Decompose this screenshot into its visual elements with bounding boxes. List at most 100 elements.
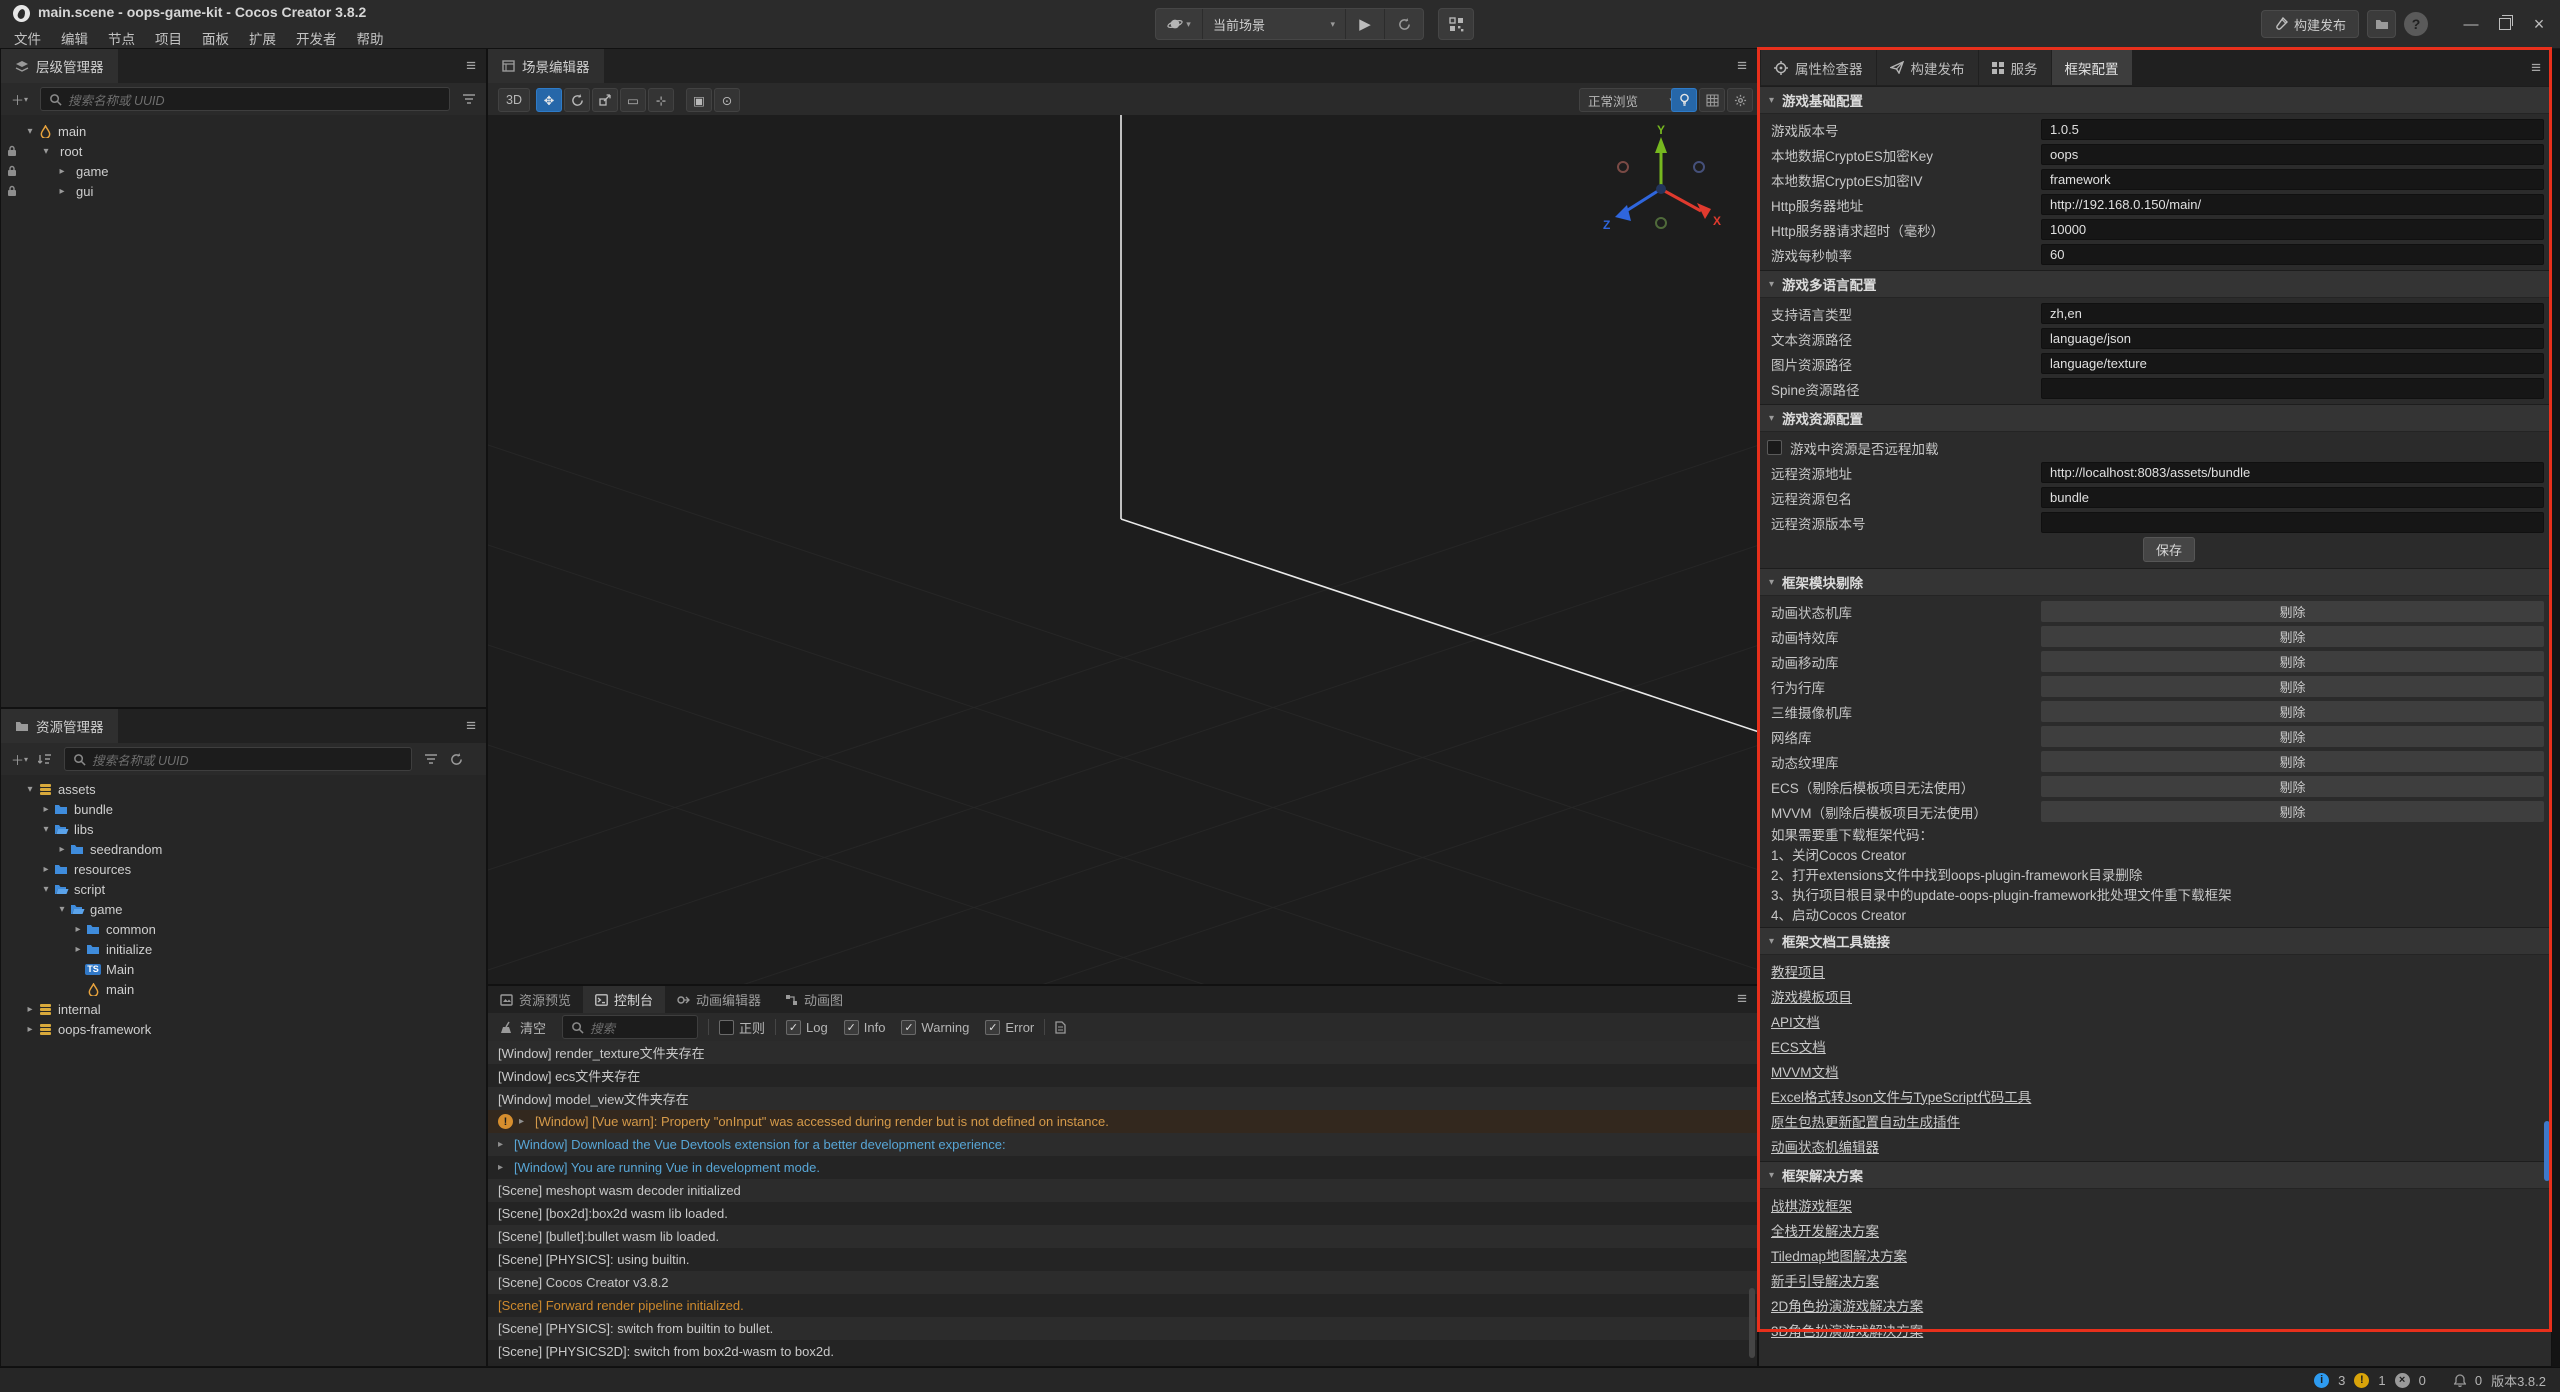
- tree-item-resources[interactable]: ▸resources: [1, 859, 486, 879]
- add-node-button[interactable]: ＋▾: [11, 90, 28, 109]
- log-row[interactable]: [Scene] meshopt wasm decoder initialized: [488, 1179, 1757, 1202]
- delete-module-button[interactable]: 剔除: [2041, 701, 2544, 722]
- assets-filter-icon[interactable]: [424, 753, 438, 765]
- tree-item-root[interactable]: ▾root: [1, 141, 486, 161]
- restore-button[interactable]: [2492, 11, 2518, 37]
- hierarchy-search-input[interactable]: 搜索名称或 UUID: [40, 87, 450, 111]
- expander-icon[interactable]: ▾: [23, 784, 37, 795]
- warning-count-icon[interactable]: !: [2354, 1373, 2369, 1388]
- tab-hierarchy[interactable]: 层级管理器: [1, 49, 118, 83]
- section-header[interactable]: ▾游戏基础配置: [1759, 86, 2551, 114]
- field-input[interactable]: http://localhost:8083/assets/bundle: [2041, 462, 2544, 483]
- scene-viewport[interactable]: Y X Z: [488, 115, 1757, 984]
- field-input[interactable]: [2041, 378, 2544, 399]
- log-row[interactable]: [Scene] [bullet]:bullet wasm lib loaded.: [488, 1225, 1757, 1248]
- log-row[interactable]: ▸[Window] Download the Vue Devtools exte…: [488, 1133, 1757, 1156]
- console-tab-console[interactable]: 控制台: [583, 986, 665, 1013]
- field-input[interactable]: zh,en: [2041, 303, 2544, 324]
- tree-item-main[interactable]: main: [1, 979, 486, 999]
- console-tab-3[interactable]: 动画图: [773, 986, 855, 1013]
- field-input[interactable]: bundle: [2041, 487, 2544, 508]
- delete-module-button[interactable]: 剔除: [2041, 676, 2544, 697]
- help-button[interactable]: ?: [2404, 12, 2428, 36]
- menu-4[interactable]: 面板: [192, 26, 239, 48]
- lock-icon[interactable]: [6, 145, 18, 157]
- section-header[interactable]: ▾框架解决方案: [1759, 1161, 2551, 1189]
- inspector-tab-3[interactable]: 框架配置: [2052, 50, 2132, 85]
- open-project-folder-button[interactable]: [2367, 10, 2396, 38]
- tree-item-internal[interactable]: ▸internal: [1, 999, 486, 1019]
- grid-view-button[interactable]: [1699, 88, 1725, 112]
- expander-icon[interactable]: ▾: [39, 146, 53, 157]
- tree-item-common[interactable]: ▸common: [1, 919, 486, 939]
- pivot-toggle-button[interactable]: ▣: [686, 88, 712, 112]
- coord-toggle-button[interactable]: ⊙: [714, 88, 740, 112]
- log-row[interactable]: [Scene] [box2d]:box2d wasm lib loaded.: [488, 1202, 1757, 1225]
- doc-link[interactable]: 2D角色扮演游戏解决方案: [1771, 1299, 1923, 1314]
- play-button[interactable]: ▶: [1346, 9, 1385, 39]
- console-scrollbar[interactable]: [1749, 1288, 1755, 1358]
- doc-link[interactable]: Tiledmap地图解决方案: [1771, 1249, 1907, 1264]
- log-row[interactable]: [Window] model_view文件夹存在: [488, 1087, 1757, 1110]
- move-tool-button[interactable]: ✥: [536, 88, 562, 112]
- tree-item-Main[interactable]: TSMain: [1, 959, 486, 979]
- inspector-tab-0[interactable]: 属性检查器: [1761, 50, 1876, 85]
- menu-5[interactable]: 扩展: [239, 26, 286, 48]
- delete-module-button[interactable]: 剔除: [2041, 651, 2544, 672]
- inspector-tab-2[interactable]: 服务: [1979, 50, 2051, 85]
- scene-menu-icon[interactable]: ≡: [1737, 56, 1747, 76]
- field-input[interactable]: 60: [2041, 244, 2544, 265]
- tree-item-initialize[interactable]: ▸initialize: [1, 939, 486, 959]
- tree-item-oops-framework[interactable]: ▸oops-framework: [1, 1019, 486, 1039]
- menu-0[interactable]: 文件: [4, 26, 51, 48]
- hierarchy-menu-icon[interactable]: ≡: [466, 56, 476, 76]
- filter-info-checkbox[interactable]: ✓Info: [844, 1020, 886, 1035]
- log-row[interactable]: [Scene] [PHYSICS2D]: switch from box2d-w…: [488, 1340, 1757, 1363]
- field-input[interactable]: 10000: [2041, 219, 2544, 240]
- log-row[interactable]: [Scene] [PHYSICS]: switch from builtin t…: [488, 1317, 1757, 1340]
- add-asset-button[interactable]: ＋▾: [11, 750, 28, 769]
- gizmo-tool-button[interactable]: ⊹: [648, 88, 674, 112]
- menu-7[interactable]: 帮助: [347, 26, 394, 48]
- delete-module-button[interactable]: 剔除: [2041, 751, 2544, 772]
- delete-module-button[interactable]: 剔除: [2041, 726, 2544, 747]
- tree-item-bundle[interactable]: ▸bundle: [1, 799, 486, 819]
- build-publish-button[interactable]: 构建发布: [2261, 10, 2359, 38]
- expander-icon[interactable]: ▸: [71, 924, 85, 935]
- info-count-icon[interactable]: i: [2314, 1373, 2329, 1388]
- expander-icon[interactable]: ▸: [39, 864, 53, 875]
- regex-checkbox[interactable]: 正则: [719, 1018, 765, 1037]
- log-row[interactable]: [Scene] Cocos Creator v3.8.2: [488, 1271, 1757, 1294]
- clear-console-button[interactable]: 清空: [500, 1018, 546, 1037]
- doc-link[interactable]: 战棋游戏框架: [1771, 1199, 1852, 1214]
- field-input[interactable]: language/texture: [2041, 353, 2544, 374]
- section-header[interactable]: ▾游戏多语言配置: [1759, 270, 2551, 298]
- field-input[interactable]: http://192.168.0.150/main/: [2041, 194, 2544, 215]
- console-tab-0[interactable]: 资源预览: [488, 986, 583, 1013]
- light-toggle-button[interactable]: [1671, 88, 1697, 112]
- error-count-icon[interactable]: ×: [2395, 1373, 2410, 1388]
- assets-search-input[interactable]: 搜索名称或 UUID: [64, 747, 412, 771]
- refresh-assets-icon[interactable]: [450, 753, 463, 766]
- sort-assets-icon[interactable]: [38, 753, 52, 765]
- expander-icon[interactable]: ▾: [39, 884, 53, 895]
- log-row[interactable]: [Scene] Forward render pipeline initiali…: [488, 1294, 1757, 1317]
- expander-icon[interactable]: ▾: [55, 904, 69, 915]
- doc-link[interactable]: 教程项目: [1771, 965, 1825, 980]
- filter-warning-checkbox[interactable]: ✓Warning: [901, 1020, 969, 1035]
- expander-icon[interactable]: ▸: [71, 944, 85, 955]
- doc-link[interactable]: Excel格式转Json文件与TypeScript代码工具: [1771, 1090, 2031, 1105]
- scale-tool-button[interactable]: [592, 88, 618, 112]
- assets-menu-icon[interactable]: ≡: [466, 716, 476, 736]
- checkbox[interactable]: [1767, 440, 1782, 455]
- field-input[interactable]: language/json: [2041, 328, 2544, 349]
- expander-icon[interactable]: ▸: [519, 1116, 535, 1127]
- save-button[interactable]: 保存: [2143, 537, 2195, 562]
- bell-icon[interactable]: [2454, 1374, 2466, 1387]
- doc-link[interactable]: MVVM文档: [1771, 1065, 1839, 1080]
- expander-icon[interactable]: ▾: [39, 824, 53, 835]
- tab-scene-editor[interactable]: 场景编辑器: [488, 49, 604, 83]
- rotate-tool-button[interactable]: [564, 88, 590, 112]
- tree-item-game[interactable]: ▸game: [1, 161, 486, 181]
- tree-item-seedrandom[interactable]: ▸seedrandom: [1, 839, 486, 859]
